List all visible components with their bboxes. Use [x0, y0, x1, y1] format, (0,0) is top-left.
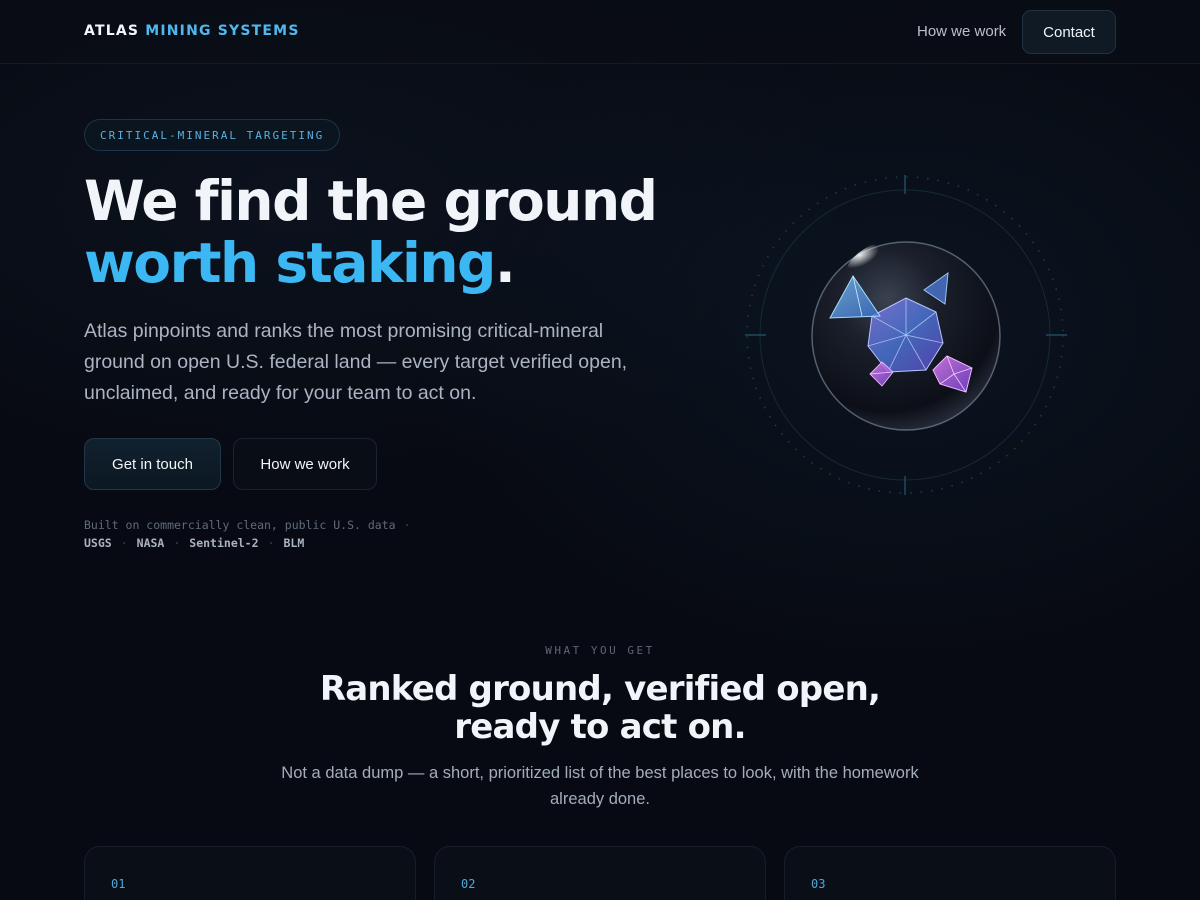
card-number: 01 [111, 877, 126, 891]
separator: · [120, 536, 128, 550]
category-badge: CRITICAL-MINERAL TARGETING [84, 119, 341, 151]
headline-line1: We find the ground [84, 169, 658, 233]
hero-description: Atlas pinpoints and ranks the most promi… [84, 320, 628, 404]
feature-card-3: 03 [784, 846, 1116, 900]
orb-graphic [745, 175, 1067, 495]
built-on-text: Built on commercially clean, public U.S.… [84, 518, 396, 532]
get-in-touch-button[interactable]: Get in touch [84, 438, 221, 490]
feature-card-2: 02 [434, 846, 766, 900]
section-subtitle: Not a data dump — a short, prioritized l… [281, 764, 919, 808]
data-sources-caption: Built on commercially clean, public U.S.… [84, 518, 411, 532]
feature-card-1: 01 [84, 846, 416, 900]
source-usgs: USGS [84, 536, 112, 550]
separator: · [403, 518, 411, 532]
contact-button[interactable]: Contact [1022, 10, 1116, 54]
brand-logo[interactable]: ATLAS MINING SYSTEMS [84, 23, 300, 39]
section-eyebrow: WHAT YOU GET [545, 644, 655, 657]
source-nasa: NASA [136, 536, 165, 550]
headline-accent: worth staking [84, 231, 496, 295]
source-blm: BLM [283, 536, 305, 550]
mineral-crystal-orb-icon [740, 170, 1070, 500]
top-navigation-bar: ATLAS MINING SYSTEMS How we work Contact [0, 0, 1200, 64]
hero-headline: We find the ground worth staking. [84, 169, 658, 295]
separator: · [267, 536, 275, 550]
separator: · [173, 536, 181, 550]
how-we-work-button[interactable]: How we work [233, 438, 377, 490]
section-title-line2: ready to act on. [454, 707, 746, 747]
card-number: 02 [461, 877, 476, 891]
brand-tagline: MINING SYSTEMS [145, 23, 300, 39]
section-title-line1: Ranked ground, verified open, [319, 669, 881, 709]
card-number: 03 [811, 877, 826, 891]
data-sources-list: USGS · NASA · Sentinel-2 · BLM [84, 536, 304, 550]
headline-period: . [494, 231, 516, 295]
source-sentinel-2: Sentinel-2 [189, 536, 259, 550]
section-title: Ranked ground, verified open, ready to a… [0, 670, 1200, 746]
brand-name: ATLAS [84, 23, 140, 39]
nav-link-how-we-work[interactable]: How we work [917, 23, 1006, 40]
